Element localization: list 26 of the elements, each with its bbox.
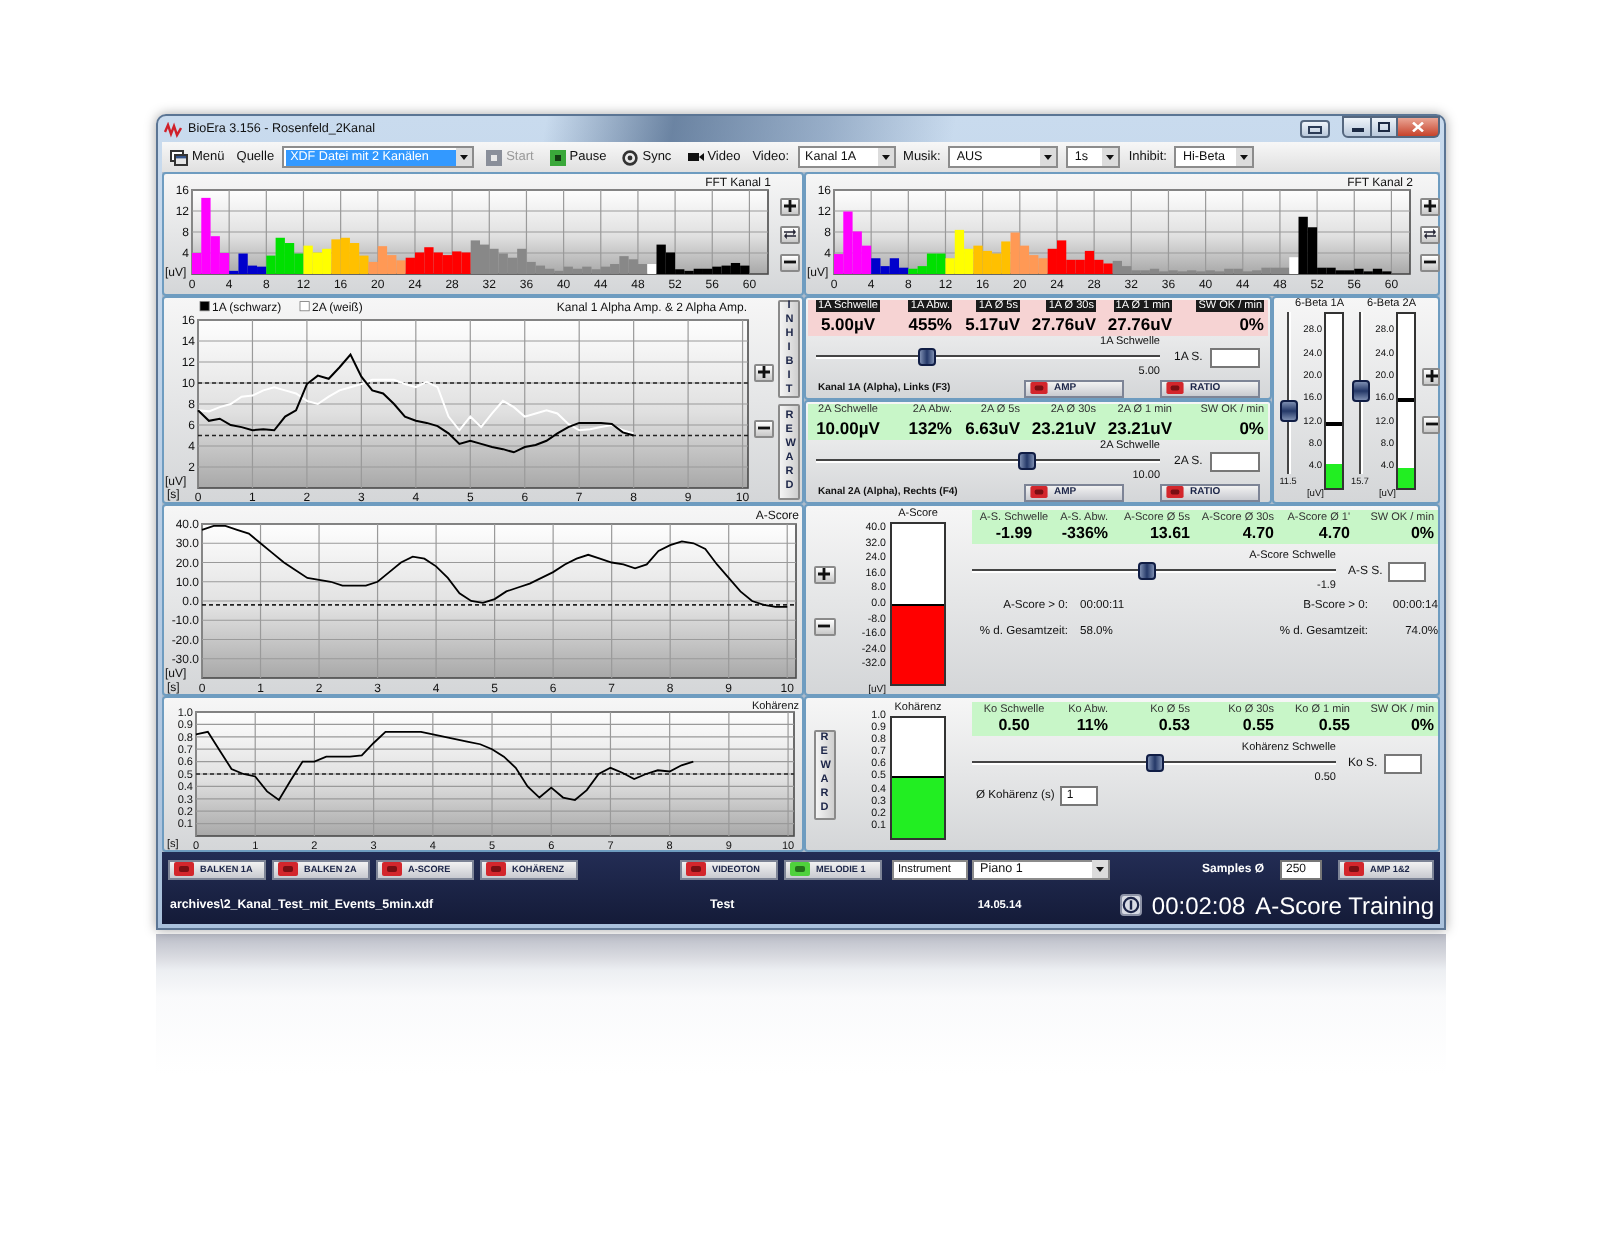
training-mode: A-Score Training [1255,891,1434,919]
stat-value: 0.55 [1242,716,1274,734]
stat-value: 13.61 [1149,524,1190,542]
stat-value: 27.76uV [1031,314,1096,335]
stat-value: 6.63uV [965,418,1020,439]
stat-value: -336% [1061,524,1108,542]
stat-value: 0% [1239,418,1264,439]
stat-value: 0% [1239,314,1264,335]
stat-value: 11% [1076,716,1108,734]
stat-value: 5.00µV [820,314,876,335]
stat-value: 132% [908,418,952,439]
stat-value: 4.70 [1242,524,1274,542]
stat-value: 23.21uV [1031,418,1096,439]
elapsed-time: 00:02:08 [1151,891,1246,919]
stat-value: 0.50 [998,716,1030,734]
stat-value: 5.17uV [965,314,1020,335]
stat-value: 23.21uV [1107,418,1172,439]
stat-value: 10.00µV [816,418,880,439]
stat-value: 455% [908,314,952,335]
stat-value: 0% [1410,524,1434,542]
stat-value: -1.99 [995,524,1033,542]
stat-value: 4.70 [1318,524,1350,542]
stat-value: 0% [1410,716,1434,734]
stat-value: 0.53 [1158,716,1190,734]
stat-value: 27.76uV [1107,314,1172,335]
stat-value: 0.55 [1318,716,1350,734]
